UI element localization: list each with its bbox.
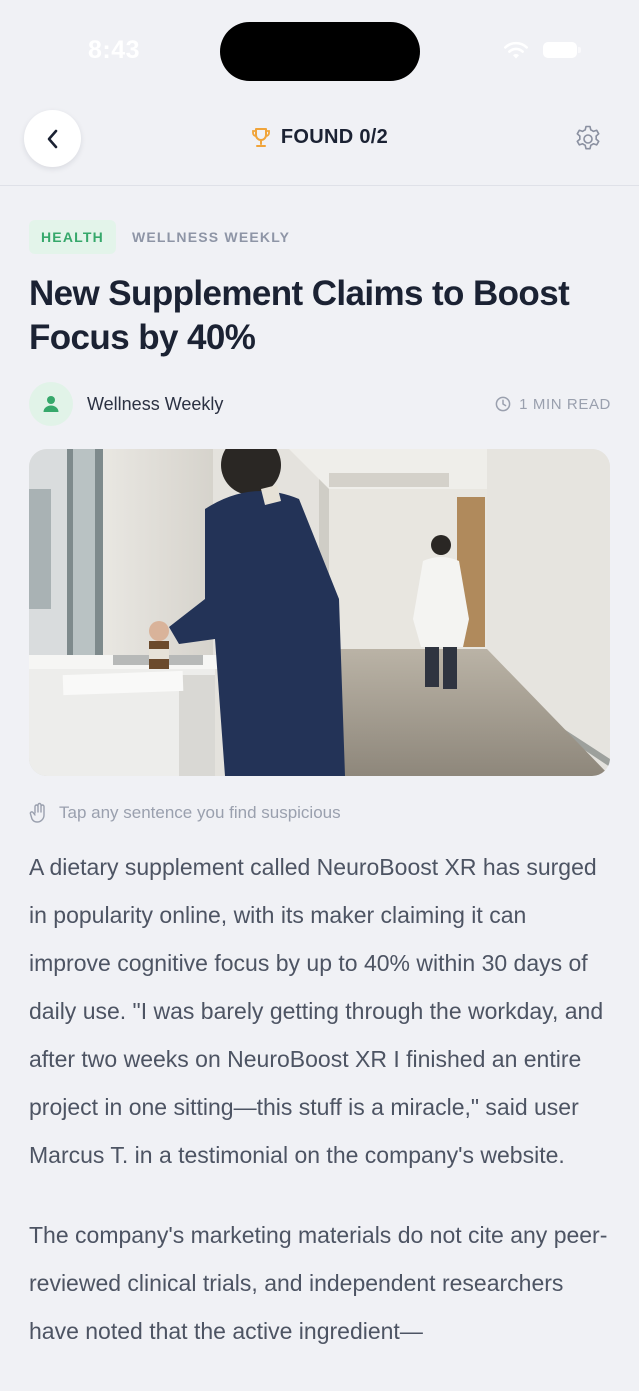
- found-label: FOUND 0/2: [280, 126, 389, 148]
- paragraph[interactable]: A dietary supplement called NeuroBoost X…: [29, 843, 614, 1179]
- read-time-label: 1 MIN READ: [519, 395, 611, 413]
- author-name: Wellness Weekly: [87, 393, 224, 414]
- read-time: 1 MIN READ: [495, 396, 611, 413]
- byline: Wellness Weekly 1 MIN READ: [29, 382, 611, 426]
- status-time: 8:43: [88, 36, 141, 64]
- source-tag: WELLNESS WEEKLY: [131, 229, 291, 245]
- trophy-icon: [252, 127, 270, 147]
- paragraph[interactable]: The company's marketing materials do not…: [29, 1211, 614, 1355]
- hand-icon: [29, 802, 45, 823]
- status-icons: [503, 40, 581, 60]
- tap-hint: Tap any sentence you find suspicious: [29, 802, 341, 824]
- screen: 8:43 FOUND 0/2 HEALTH WELLNESS WEEKLY Ne…: [0, 0, 639, 1391]
- dynamic-island: [220, 22, 420, 81]
- tap-hint-label: Tap any sentence you find suspicious: [59, 803, 341, 822]
- category-badge: HEALTH: [29, 220, 116, 254]
- article-tags: HEALTH WELLNESS WEEKLY: [29, 220, 290, 254]
- user-icon: [43, 396, 59, 412]
- article-hero-image: [29, 449, 610, 776]
- wifi-icon: [504, 41, 528, 59]
- article-body: A dietary supplement called NeuroBoost X…: [29, 843, 614, 1387]
- battery-icon: [543, 42, 581, 58]
- hallway-illustration: [29, 449, 610, 776]
- clock-icon: [495, 396, 511, 412]
- article-headline: New Supplement Claims to Boost Focus by …: [29, 274, 570, 357]
- gear-icon[interactable]: [573, 124, 603, 154]
- found-counter: FOUND 0/2: [0, 126, 639, 149]
- status-bar: 8:43: [0, 0, 639, 100]
- nav-bar: FOUND 0/2: [0, 100, 639, 186]
- author-avatar: [29, 382, 73, 426]
